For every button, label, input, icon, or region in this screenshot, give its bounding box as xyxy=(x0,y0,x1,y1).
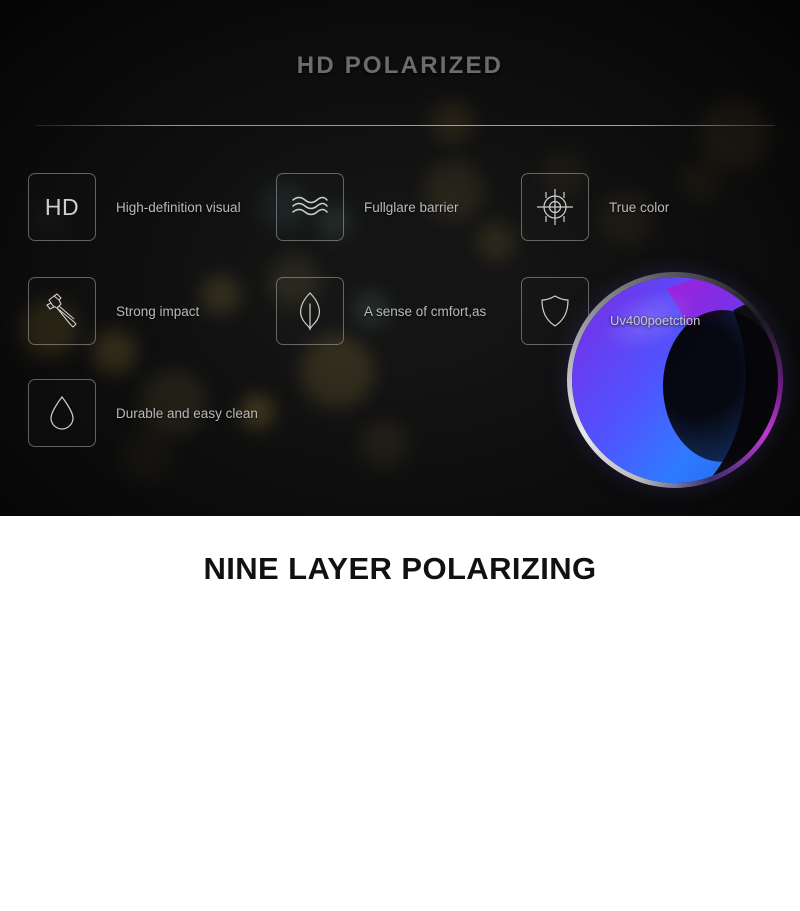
feature-label: Fullglare barrier xyxy=(364,199,459,215)
hammer-icon xyxy=(28,277,96,345)
hero-section: HD POLARIZED HD High-definition visual F… xyxy=(0,0,800,516)
feature-label: High-definition visual xyxy=(116,199,241,215)
crosshair-target-icon xyxy=(521,173,589,241)
feature-label: Strong impact xyxy=(116,303,200,319)
leaf-icon xyxy=(276,277,344,345)
hd-icon-text: HD xyxy=(44,193,80,220)
section-title: NINE LAYER POLARIZING xyxy=(203,551,597,586)
lens-shadow xyxy=(662,309,778,463)
nine-layer-section: NINE LAYER POLARIZING 05 FAC POLARIZING … xyxy=(0,516,800,911)
lens-surface xyxy=(572,277,778,483)
feature-label: A sense of cmfort,as xyxy=(364,303,487,319)
lens-caption: Uv400poetction xyxy=(610,313,701,328)
hero-divider xyxy=(35,125,775,126)
feature-true-color: True color xyxy=(521,173,669,241)
waves-icon xyxy=(276,173,344,241)
page-title: HD POLARIZED xyxy=(296,52,504,79)
water-drop-icon xyxy=(28,379,96,447)
hd-badge-icon: HD xyxy=(28,173,96,241)
feature-comfort: A sense of cmfort,as xyxy=(276,277,486,345)
feature-label: Durable and easy clean xyxy=(116,405,258,421)
feature-fullglare-barrier: Fullglare barrier xyxy=(276,173,459,241)
feature-durable-easy-clean: Durable and easy clean xyxy=(28,379,258,447)
polarized-lens-graphic xyxy=(567,272,783,488)
feature-high-definition-visual: HD High-definition visual xyxy=(28,173,241,241)
feature-strong-impact: Strong impact xyxy=(28,277,199,345)
feature-label: True color xyxy=(609,199,670,215)
